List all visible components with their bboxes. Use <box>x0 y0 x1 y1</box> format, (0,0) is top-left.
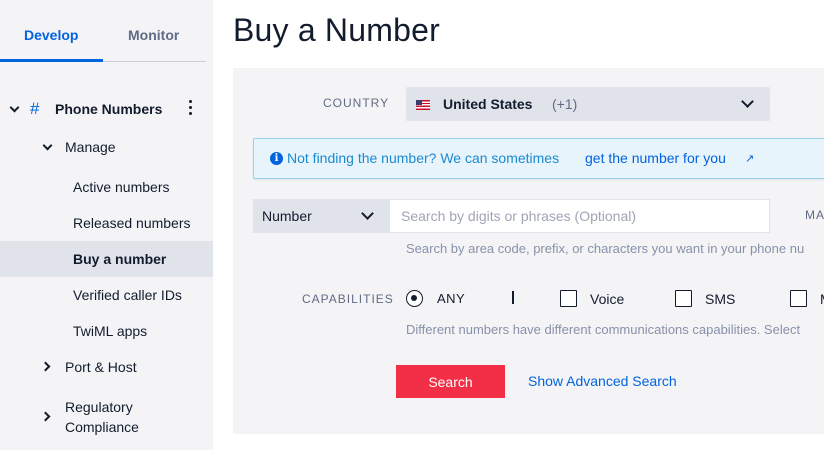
sidebar-section-phone-numbers[interactable]: Phone Numbers <box>55 101 162 117</box>
any-label: ANY <box>437 291 466 306</box>
sidebar-item-active-numbers[interactable]: Active numbers <box>73 179 169 195</box>
mms-label: M <box>820 291 824 307</box>
active-tab-indicator <box>0 59 103 62</box>
sidebar-item-port-host[interactable]: Port & Host <box>65 359 137 375</box>
advanced-search-link[interactable]: Show Advanced Search <box>528 373 677 389</box>
divider <box>512 291 514 304</box>
sidebar-item-verified-caller-ids[interactable]: Verified caller IDs <box>73 287 182 303</box>
capabilities-label: CAPABILITIES <box>302 292 394 306</box>
external-link-icon[interactable]: ↗ <box>745 152 754 165</box>
number-type-select[interactable]: Number <box>253 199 389 233</box>
info-banner: i Not finding the number? We can sometim… <box>253 138 824 179</box>
chevron-down-icon[interactable] <box>9 102 20 113</box>
sidebar-tabs: Develop Monitor <box>0 0 206 62</box>
chevron-down-icon[interactable] <box>42 140 53 151</box>
page-title: Buy a Number <box>233 12 440 48</box>
chevron-down-icon <box>361 207 374 220</box>
voice-label: Voice <box>590 291 625 307</box>
chevron-down-icon <box>741 95 754 108</box>
country-label: COUNTRY <box>323 96 390 110</box>
mms-checkbox[interactable] <box>790 290 807 307</box>
sidebar-item-manage[interactable]: Manage <box>65 139 116 155</box>
number-search-input[interactable] <box>389 199 770 233</box>
tab-develop[interactable]: Develop <box>24 27 78 43</box>
info-icon: i <box>270 152 283 165</box>
match-label: MA <box>805 208 824 222</box>
country-value: United States <box>443 96 533 112</box>
sidebar-item-twiml-apps[interactable]: TwiML apps <box>73 323 147 339</box>
kebab-menu-icon[interactable] <box>189 100 193 116</box>
any-radio[interactable] <box>406 290 423 307</box>
search-help-text: Search by area code, prefix, or characte… <box>406 241 805 256</box>
country-select[interactable]: United States (+1) <box>406 87 770 121</box>
sms-label: SMS <box>705 291 736 307</box>
sms-checkbox[interactable] <box>675 290 692 307</box>
sidebar-item-buy-a-number[interactable]: Buy a number <box>73 251 166 267</box>
info-banner-text: Not finding the number? We can sometimes <box>287 150 560 166</box>
search-button[interactable]: Search <box>396 365 505 398</box>
radio-selected-dot <box>411 295 417 301</box>
number-type-value: Number <box>262 208 312 224</box>
country-code: (+1) <box>552 96 578 112</box>
voice-checkbox[interactable] <box>560 290 577 307</box>
chevron-right-icon[interactable] <box>40 411 51 422</box>
sidebar-item-regulatory-line2[interactable]: Compliance <box>65 419 139 435</box>
tab-monitor[interactable]: Monitor <box>128 27 179 43</box>
hash-icon: # <box>30 99 40 118</box>
get-number-link[interactable]: get the number for you <box>585 150 726 166</box>
chevron-right-icon[interactable] <box>40 361 51 372</box>
sidebar-item-regulatory-line1[interactable]: Regulatory <box>65 399 133 415</box>
sidebar-item-released-numbers[interactable]: Released numbers <box>73 215 191 231</box>
sidebar: Develop Monitor # Phone Numbers Manage A… <box>0 0 213 450</box>
capabilities-help-text: Different numbers have different communi… <box>406 322 801 337</box>
us-flag-icon <box>416 100 430 110</box>
